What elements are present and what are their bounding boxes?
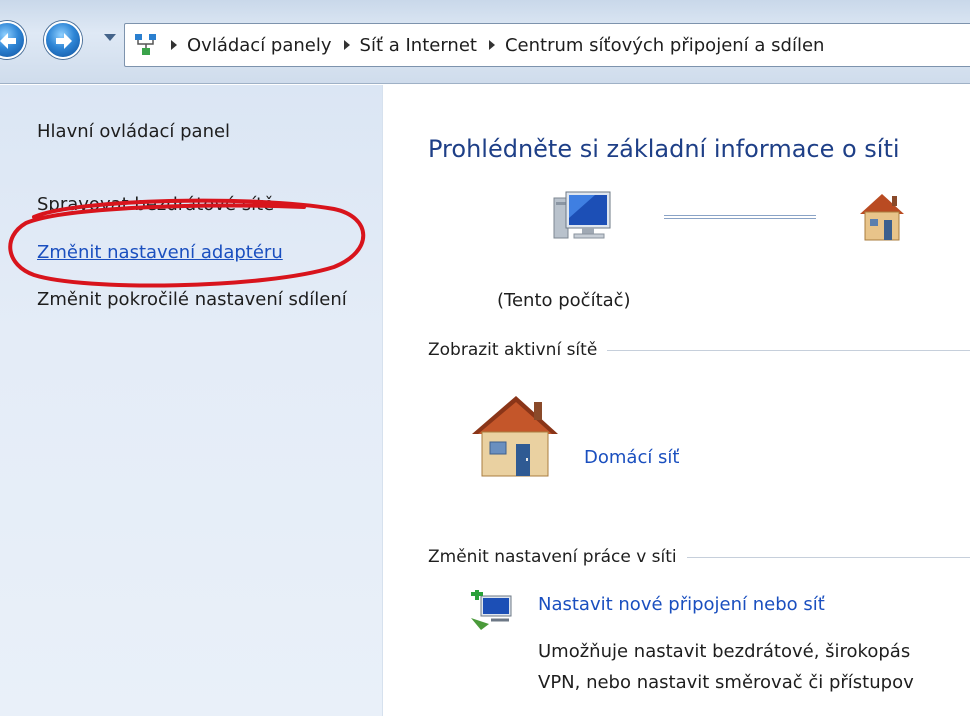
- forward-arrow-icon: [56, 33, 72, 49]
- description-line-1: Umožňuje nastavit bezdrátové, širokopás: [538, 641, 911, 662]
- breadcrumb-network-center[interactable]: Centrum síťových připojení a sdílen: [505, 35, 824, 56]
- breadcrumb-separator[interactable]: [343, 40, 350, 50]
- navigation-bar: Ovládací panely Síť a Internet Centrum s…: [0, 0, 970, 84]
- home-network-icon[interactable]: [856, 188, 908, 244]
- left-task-pane: Hlavní ovládací panel Spravovat bezdráto…: [0, 85, 383, 716]
- connection-line: [664, 215, 816, 219]
- breadcrumb-separator[interactable]: [488, 40, 495, 50]
- control-panel-home-link[interactable]: Hlavní ovládací panel: [37, 119, 367, 145]
- new-connection-icon[interactable]: [469, 590, 517, 632]
- breadcrumb-network-internet[interactable]: Síť a Internet: [360, 35, 477, 56]
- breadcrumb-control-panel[interactable]: Ovládací panely: [187, 35, 332, 56]
- back-arrow-icon: [0, 33, 16, 49]
- main-content: Prohlédněte si základní informace o síti…: [384, 85, 970, 716]
- active-networks-heading-text: Zobrazit aktivní sítě: [428, 340, 598, 360]
- computer-icon[interactable]: [550, 188, 614, 252]
- address-bar[interactable]: Ovládací panely Síť a Internet Centrum s…: [124, 23, 970, 67]
- forward-button[interactable]: [44, 21, 82, 59]
- heading-rule: [686, 556, 970, 558]
- home-network-link[interactable]: Domácí síť: [584, 447, 680, 468]
- change-settings-heading-text: Změnit nastavení práce v síti: [428, 547, 677, 567]
- home-network-icon[interactable]: [468, 390, 560, 482]
- page-title: Prohlédněte si základní informace o síti: [428, 135, 900, 163]
- description-line-2: VPN, nebo nastavit směrovač či přístupov: [538, 672, 914, 693]
- recent-pages-dropdown[interactable]: [104, 34, 116, 41]
- this-computer-caption: (Tento počítač): [497, 290, 631, 311]
- network-center-icon: [133, 32, 159, 58]
- breadcrumb-separator[interactable]: [171, 40, 177, 50]
- active-networks-heading: Zobrazit aktivní sítě: [428, 340, 970, 360]
- highlight-ellipse: [8, 198, 366, 288]
- back-button[interactable]: [0, 21, 26, 59]
- heading-rule: [607, 349, 970, 351]
- new-connection-description: Umožňuje nastavit bezdrátové, širokopás …: [538, 636, 914, 698]
- change-settings-heading: Změnit nastavení práce v síti: [428, 547, 970, 567]
- new-connection-link[interactable]: Nastavit nové připojení nebo síť: [538, 594, 825, 615]
